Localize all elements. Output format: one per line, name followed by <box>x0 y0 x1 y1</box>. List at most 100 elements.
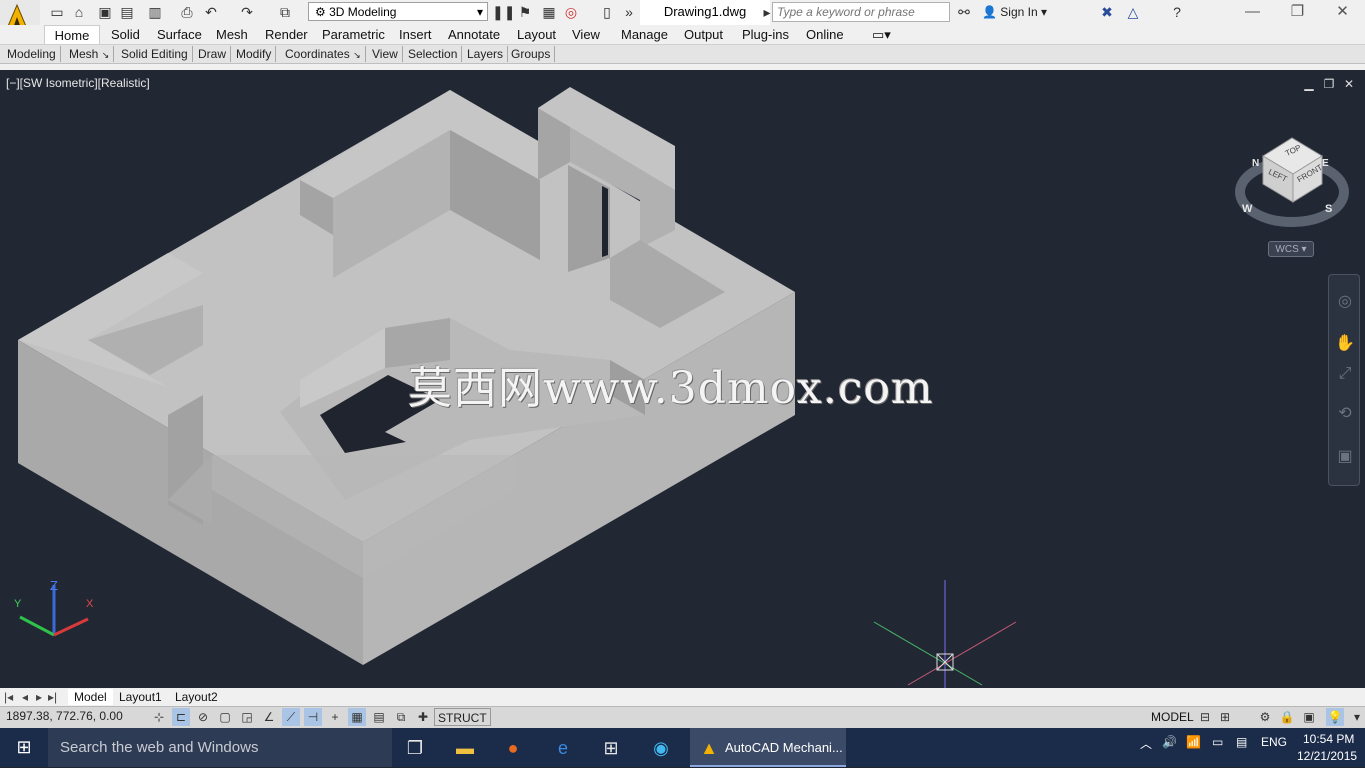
panel-modify[interactable]: Modify <box>232 46 277 62</box>
tab-mesh[interactable]: Mesh <box>216 25 248 44</box>
quick-view-layouts-icon[interactable]: ⊟ <box>1196 708 1214 726</box>
firefox-icon[interactable]: ● <box>498 733 528 763</box>
tab-insert[interactable]: Insert <box>399 25 432 44</box>
tab-model[interactable]: Model <box>68 689 113 705</box>
panel-view[interactable]: View <box>368 46 403 62</box>
tab-solid[interactable]: Solid <box>111 25 140 44</box>
panel-selection[interactable]: Selection <box>404 46 463 62</box>
tab-surface[interactable]: Surface <box>157 25 202 44</box>
close-button[interactable]: ✕ <box>1320 0 1365 25</box>
expand-icon[interactable]: » <box>620 3 638 21</box>
ribbon-display-toggle-icon[interactable]: ▭▾ <box>872 25 891 44</box>
zoom-extents-icon[interactable]: ⤢ <box>1333 362 1357 386</box>
action-center-icon[interactable]: ▤ <box>1236 735 1247 749</box>
save-icon[interactable]: ▣ <box>96 3 114 21</box>
polar-tracking-icon[interactable]: ◲ <box>238 708 256 726</box>
binoculars-icon[interactable]: ⚯ <box>955 3 973 21</box>
workspace-dropdown[interactable]: ⚙ 3D Modeling ▾ <box>308 2 488 21</box>
snap-mode-icon[interactable]: ⊏ <box>172 708 190 726</box>
language-indicator[interactable]: ENG <box>1261 735 1287 749</box>
tab-manage[interactable]: Manage <box>621 25 668 44</box>
tab-layout1[interactable]: Layout1 <box>119 689 162 705</box>
layout-nav-next-icon[interactable]: ▸ <box>36 689 42 705</box>
autodesk-360-icon[interactable]: △ <box>1124 3 1142 21</box>
showmotion-icon[interactable]: ▣ <box>1333 445 1357 469</box>
match-properties-icon[interactable]: ⚑ <box>516 3 534 21</box>
panel-modeling[interactable]: Modeling <box>3 46 61 62</box>
clock-date[interactable]: 12/21/2015 <box>1297 749 1357 763</box>
model-space-button[interactable]: MODEL <box>1149 708 1196 726</box>
tab-layout[interactable]: Layout <box>517 25 556 44</box>
viewport-controls-label[interactable]: [−][SW Isometric][Realistic] <box>6 76 150 90</box>
panel-layers[interactable]: Layers <box>463 46 509 62</box>
isolate-objects-icon[interactable]: 💡 <box>1326 708 1344 726</box>
volume-icon[interactable]: 🔊 <box>1162 735 1177 749</box>
infer-constraints-icon[interactable]: ⊹ <box>150 708 168 726</box>
redo-icon[interactable]: ↷ <box>238 3 256 21</box>
wcs-menu[interactable]: WCS ▾ <box>1268 241 1314 257</box>
lock-icon[interactable]: 🔒 <box>1278 708 1296 726</box>
show-hidden-icons[interactable]: ︿ <box>1140 735 1152 752</box>
minimize-button[interactable]: ― <box>1230 0 1275 25</box>
panel-mesh[interactable]: Mesh ↘ <box>65 46 115 62</box>
coordinate-readout[interactable]: 1897.38, 772.76, 0.00 <box>6 709 123 723</box>
workspace-switch-icon[interactable]: ⧉ <box>276 3 294 21</box>
ortho-mode-icon[interactable]: ▢ <box>216 708 234 726</box>
selection-cycling-icon[interactable]: ⧉ <box>392 708 410 726</box>
exchange-icon[interactable]: ✖ <box>1098 3 1116 21</box>
tab-plug-ins[interactable]: Plug-ins <box>742 25 789 44</box>
panel-coordinates[interactable]: Coordinates ↘ <box>281 46 366 62</box>
dynamic-input-icon[interactable]: ▦ <box>348 708 366 726</box>
layer-icon[interactable]: ▦ <box>540 3 558 21</box>
clock-time[interactable]: 10:54 PM <box>1303 732 1354 746</box>
start-button[interactable]: ⊞ <box>0 728 48 767</box>
pause-icon[interactable]: ❚❚ <box>492 3 515 21</box>
viewport-close-icon[interactable]: ✕ <box>1342 77 1356 91</box>
tab-render[interactable]: Render <box>265 25 308 44</box>
panel-draw[interactable]: Draw <box>194 46 232 62</box>
tab-layout2[interactable]: Layout2 <box>175 689 218 705</box>
sign-in-button[interactable]: 👤 Sign In ▾ <box>982 0 1047 25</box>
object-snap-tracking-icon[interactable]: ⟋ <box>282 708 300 726</box>
object-snap-icon[interactable]: ⊣ <box>304 708 322 726</box>
task-view-icon[interactable]: ❐ <box>400 733 430 763</box>
publish-icon[interactable]: ▥ <box>146 3 164 21</box>
status-menu-icon[interactable]: ▾ <box>1348 708 1365 726</box>
layout-nav-last-icon[interactable]: ▸| <box>48 689 57 705</box>
undo-icon[interactable]: ↶ <box>202 3 220 21</box>
grid-display-icon[interactable]: ⊘ <box>194 708 212 726</box>
3d-osnap-icon[interactable]: ✚ <box>414 708 432 726</box>
help-icon[interactable]: ? <box>1168 3 1186 21</box>
tab-view[interactable]: View <box>572 25 600 44</box>
viewport-restore-icon[interactable]: ❐ <box>1322 77 1336 91</box>
maximize-button[interactable]: ❐ <box>1275 0 1320 25</box>
panel-groups[interactable]: Groups <box>507 46 556 62</box>
document-icon[interactable]: ▯ <box>598 3 616 21</box>
tab-home[interactable]: Home <box>44 25 100 44</box>
new-icon[interactable]: ▭ <box>48 3 66 21</box>
app-icon[interactable]: ◉ <box>646 733 676 763</box>
battery-icon[interactable]: ▭ <box>1212 735 1223 749</box>
hardware-acceleration-icon[interactable]: ▣ <box>1300 708 1318 726</box>
wifi-icon[interactable]: 📶 <box>1186 735 1201 749</box>
isometric-drafting-icon[interactable]: ∠ <box>260 708 278 726</box>
workspace-settings-icon[interactable]: ⚙ <box>1256 708 1274 726</box>
quick-view-drawings-icon[interactable]: ⊞ <box>1216 708 1234 726</box>
tab-output[interactable]: Output <box>684 25 723 44</box>
search-input[interactable] <box>772 2 950 22</box>
struct-toggle[interactable]: STRUCT <box>434 708 491 726</box>
steering-wheel-icon[interactable]: ◎ <box>1333 290 1357 314</box>
layout-nav-first-icon[interactable]: |◂ <box>4 689 13 705</box>
layout-nav-prev-icon[interactable]: ◂ <box>22 689 28 705</box>
lineweight-icon[interactable]: ▤ <box>370 708 388 726</box>
tab-annotate[interactable]: Annotate <box>448 25 500 44</box>
file-explorer-icon[interactable]: ▬ <box>450 733 480 763</box>
dynamic-ucs-icon[interactable]: + <box>326 708 344 726</box>
open-icon[interactable]: ⌂ <box>70 3 88 21</box>
tab-parametric[interactable]: Parametric <box>322 25 385 44</box>
pan-icon[interactable]: ✋ <box>1333 332 1357 356</box>
plot-icon[interactable]: ⎙ <box>178 3 196 21</box>
edge-icon[interactable]: e <box>548 733 578 763</box>
store-icon[interactable]: ⊞ <box>596 733 626 763</box>
viewport-minimize-icon[interactable]: ▁ <box>1302 77 1316 91</box>
